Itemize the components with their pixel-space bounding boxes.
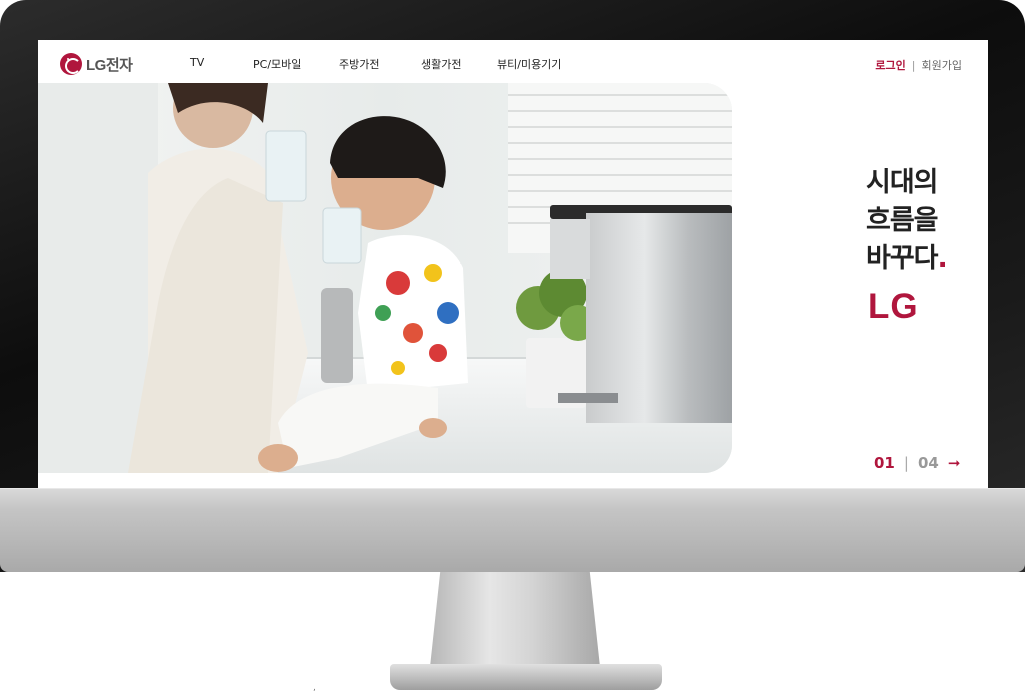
monitor-stand-neck bbox=[430, 572, 600, 667]
lg-logo[interactable]: LG전자 bbox=[60, 52, 133, 76]
slide-pager: 01 | 04 ➞ bbox=[874, 454, 960, 472]
lg-logo-icon bbox=[60, 53, 82, 75]
monitor-stand-base bbox=[390, 664, 662, 690]
nav-item-tv[interactable]: TV bbox=[190, 56, 204, 69]
nav-item-pc-mobile[interactable]: PC/모바일 bbox=[253, 56, 301, 72]
login-link[interactable]: 로그인 bbox=[875, 57, 905, 73]
nav-item-kitchen[interactable]: 주방가전 bbox=[339, 56, 379, 72]
monitor-chin bbox=[0, 488, 1025, 572]
stray-mark: , bbox=[313, 683, 316, 693]
hero-slogan: 시대의 흐름을 바꾸다. bbox=[866, 164, 948, 278]
pager-separator: | bbox=[903, 454, 909, 472]
logo-text: LG전자 bbox=[86, 56, 133, 74]
brand-mark: LG bbox=[868, 287, 919, 326]
auth-links: 로그인 | 회원가입 bbox=[875, 57, 962, 73]
pager-current: 01 bbox=[874, 454, 895, 472]
pager-total: 04 bbox=[917, 454, 939, 472]
arrow-right-icon[interactable]: ➞ bbox=[948, 454, 961, 472]
screen: LG전자 TV PC/모바일 주방가전 생활가전 뷰티/미용기기 로그인 | 회… bbox=[38, 40, 988, 488]
slogan-line-1: 시대의 bbox=[866, 167, 939, 198]
nav-item-beauty[interactable]: 뷰티/미용기기 bbox=[497, 56, 561, 72]
join-link[interactable]: 회원가입 bbox=[922, 57, 962, 73]
slogan-line-3: 바꾸다. bbox=[866, 240, 948, 278]
hero-photo-illustration bbox=[38, 83, 732, 473]
slogan-line-3-text: 바꾸다 bbox=[866, 243, 939, 274]
auth-separator: | bbox=[911, 58, 916, 72]
hero-image bbox=[38, 83, 732, 473]
slogan-line-2: 흐름을 bbox=[866, 205, 939, 236]
nav-item-living[interactable]: 생활가전 bbox=[421, 56, 461, 72]
slogan-dot: . bbox=[937, 243, 948, 274]
